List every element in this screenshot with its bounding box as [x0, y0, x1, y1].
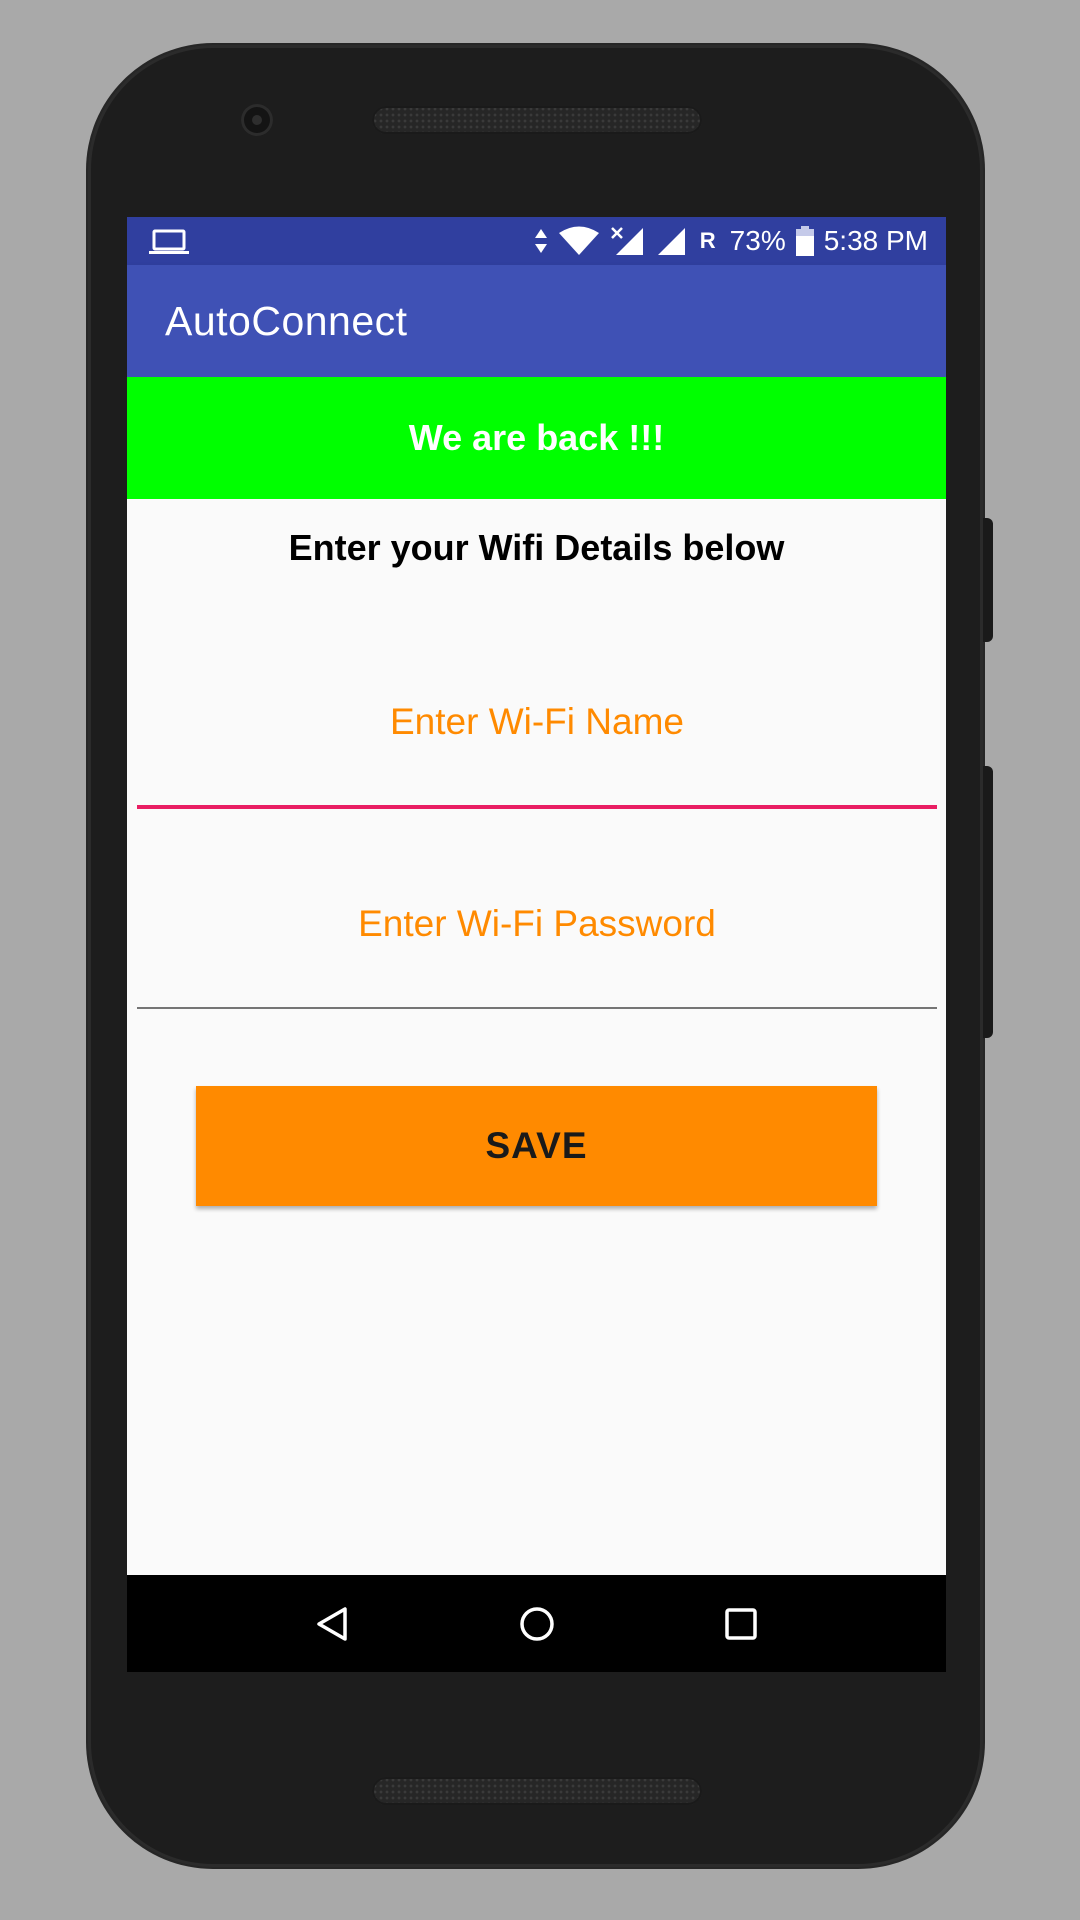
save-button[interactable]: SAVE — [196, 1086, 877, 1206]
front-camera — [241, 104, 273, 136]
wifi-name-input[interactable] — [137, 687, 937, 757]
battery-percent: 73% — [729, 225, 786, 256]
back-icon[interactable] — [307, 1599, 357, 1649]
status-icons: R 73% 5:38 PM — [534, 217, 928, 265]
roaming-indicator: R — [699, 228, 716, 253]
laptop-icon — [149, 229, 189, 260]
data-arrows-icon — [534, 227, 548, 255]
status-bar: R 73% 5:38 PM — [127, 217, 946, 265]
signal-icon — [654, 226, 686, 256]
volume-button — [983, 766, 993, 1038]
battery-icon — [795, 226, 814, 256]
wifi-name-underline — [137, 805, 937, 809]
home-icon[interactable] — [512, 1599, 562, 1649]
wifi-icon — [558, 226, 600, 256]
bottom-speaker — [372, 1777, 702, 1805]
power-button — [983, 518, 993, 642]
app-bar: AutoConnect — [127, 265, 946, 377]
top-speaker — [372, 106, 702, 134]
status-banner: We are back !!! — [127, 377, 946, 499]
screen: R 73% 5:38 PM AutoConnect We are back !!… — [127, 217, 946, 1672]
wifi-password-input[interactable] — [137, 889, 937, 959]
wifi-password-underline — [137, 1007, 937, 1009]
navigation-bar — [127, 1575, 946, 1672]
recents-icon[interactable] — [716, 1599, 766, 1649]
clock: 5:38 PM — [823, 225, 928, 256]
form-heading: Enter your Wifi Details below — [288, 527, 785, 568]
signal-no-data-icon — [610, 226, 644, 256]
app-title: AutoConnect — [165, 298, 408, 344]
